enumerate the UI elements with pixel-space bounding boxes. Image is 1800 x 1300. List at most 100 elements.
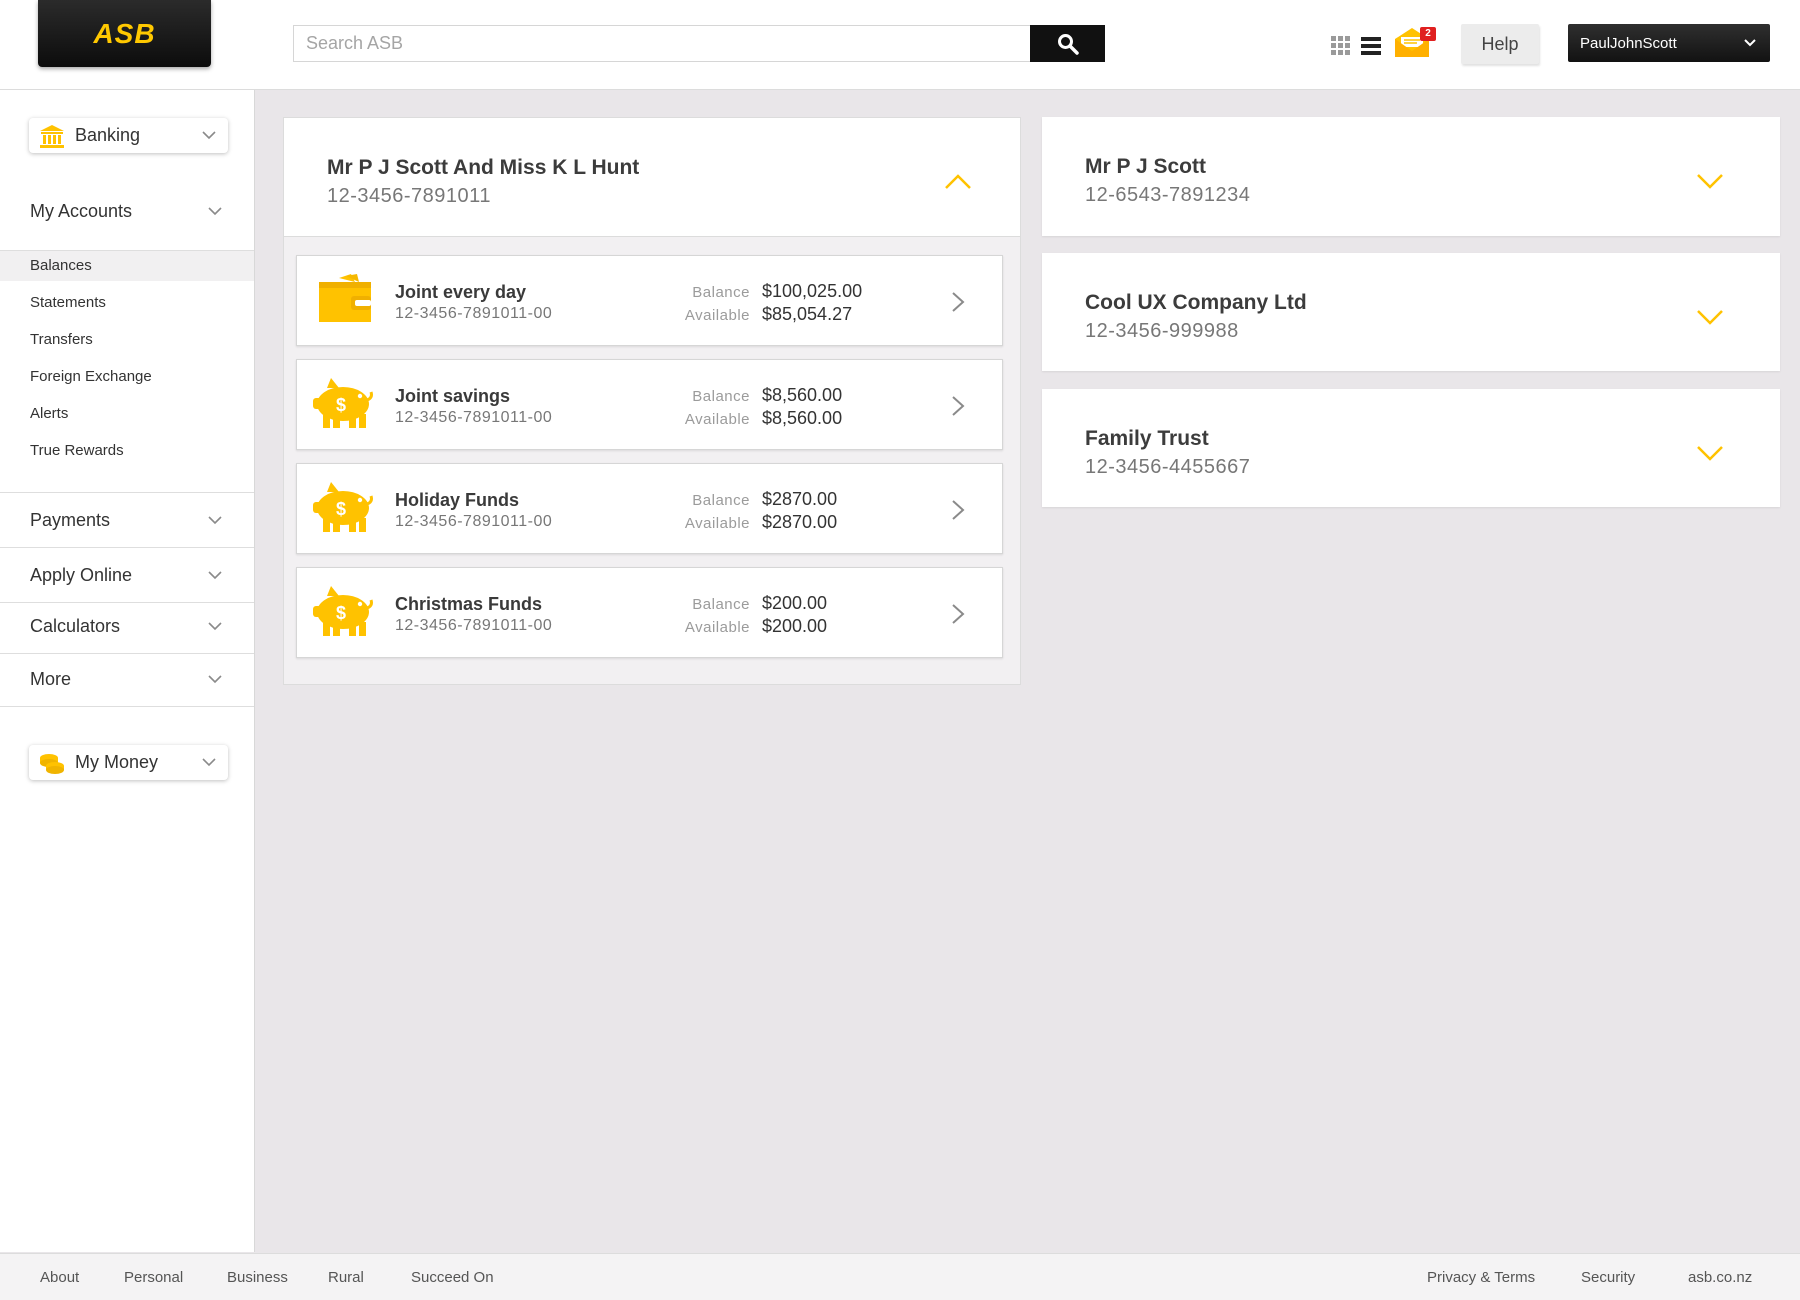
account-group-expanded: Mr P J Scott And Miss K L Hunt 12-3456-7… (283, 117, 1021, 685)
nav-my-accounts-label: My Accounts (30, 200, 133, 221)
wallet-icon (319, 274, 371, 322)
nav-my-accounts[interactable]: My Accounts (0, 184, 254, 238)
sidebar-item-statements[interactable]: Statements (0, 288, 254, 318)
chevron-down-icon (202, 131, 216, 140)
my-money-selector[interactable]: My Money (29, 745, 228, 780)
nav-apply-online-label: Apply Online (30, 564, 133, 585)
balance-label: Balance (692, 284, 750, 301)
nav-payments[interactable]: Payments (0, 493, 254, 547)
logo-text: ASB (93, 17, 156, 49)
account-name: Holiday Funds (395, 490, 520, 510)
account-name: Joint savings (395, 386, 511, 406)
user-menu-dropdown[interactable]: PaulJohnScott (1568, 24, 1770, 62)
available-value: $85,054.27 (762, 304, 853, 324)
chevron-right-icon[interactable] (951, 291, 965, 313)
nav-divider (0, 706, 254, 707)
footer-link-asb-site[interactable]: asb.co.nz (1688, 1269, 1752, 1286)
nav-calculators[interactable]: Calculators (0, 599, 254, 653)
banking-selector[interactable]: Banking (29, 118, 228, 153)
list-menu-icon[interactable] (1361, 36, 1381, 56)
balance-label: Balance (692, 388, 750, 405)
chevron-down-icon (202, 758, 216, 767)
account-group-collapsed[interactable]: Mr P J Scott 12-6543-7891234 (1042, 117, 1780, 236)
nav-more[interactable]: More (0, 652, 254, 706)
account-group-collapsed[interactable]: Cool UX Company Ltd 12-3456-999988 (1042, 253, 1780, 371)
footer-link-privacy-terms[interactable]: Privacy & Terms (1427, 1269, 1535, 1286)
footer-link-succeed-on[interactable]: Succeed On (411, 1269, 494, 1286)
account-card[interactable]: $ Joint savings 12-3456-7891011-00 Balan… (296, 359, 1003, 450)
account-group-header[interactable]: Mr P J Scott And Miss K L Hunt 12-3456-7… (284, 118, 1020, 237)
chevron-down-icon (208, 570, 222, 579)
help-button[interactable]: Help (1461, 24, 1539, 64)
footer-link-security[interactable]: Security (1581, 1269, 1635, 1286)
available-label: Available (684, 307, 750, 324)
chevron-down-icon (208, 515, 222, 524)
nav-more-label: More (30, 668, 72, 689)
piggy-bank-icon: $ (313, 586, 373, 636)
chevron-right-icon[interactable] (951, 395, 965, 417)
sidebar-item-alerts[interactable]: Alerts (0, 399, 254, 429)
coins-icon (40, 753, 64, 774)
sidebar: Banking My Accounts Balances Statements … (0, 90, 255, 1252)
sidebar-item-true-rewards[interactable]: True Rewards (0, 436, 254, 466)
account-group-number: 12-3456-7891011 (327, 185, 491, 207)
account-group-title: Mr P J Scott (1085, 155, 1206, 178)
bank-building-icon (40, 124, 64, 148)
search-button[interactable] (1030, 25, 1105, 62)
sidebar-item-balances[interactable]: Balances (0, 251, 254, 281)
user-name: PaulJohnScott (1580, 34, 1677, 52)
account-group-number: 12-3456-999988 (1085, 320, 1239, 342)
account-card[interactable]: $ Holiday Funds 12-3456-7891011-00 Balan… (296, 463, 1003, 554)
sidebar-item-transfers[interactable]: Transfers (0, 325, 254, 355)
search-field (293, 25, 1031, 62)
balance-label: Balance (692, 492, 750, 509)
piggy-bank-icon: $ (313, 378, 373, 428)
chevron-right-icon[interactable] (951, 603, 965, 625)
mail-count-badge: 2 (1420, 27, 1436, 41)
piggy-bank-icon: $ (313, 482, 373, 532)
chevron-down-icon[interactable] (1696, 445, 1724, 463)
account-name: Christmas Funds (395, 594, 543, 614)
footer: About Personal Business Rural Succeed On… (0, 1253, 1800, 1300)
svg-text:$: $ (336, 395, 346, 415)
balance-label: Balance (692, 596, 750, 613)
search-icon (1057, 33, 1079, 55)
available-value: $2870.00 (762, 512, 838, 532)
available-label: Available (684, 411, 750, 428)
footer-link-rural[interactable]: Rural (328, 1269, 364, 1286)
account-group-title: Cool UX Company Ltd (1085, 291, 1307, 314)
asb-logo[interactable]: ASB (38, 0, 211, 67)
balance-value: $8,560.00 (762, 385, 843, 405)
available-value: $200.00 (762, 616, 828, 636)
sidebar-item-foreign-exchange[interactable]: Foreign Exchange (0, 362, 254, 392)
nav-apply-online[interactable]: Apply Online (0, 548, 254, 602)
banking-label: Banking (75, 125, 141, 145)
apps-grid-icon[interactable] (1331, 36, 1351, 56)
account-card[interactable]: Joint every day 12-3456-7891011-00 Balan… (296, 255, 1003, 346)
chevron-down-icon[interactable] (1696, 173, 1724, 191)
account-group-title: Mr P J Scott And Miss K L Hunt (327, 156, 640, 179)
chevron-down-icon[interactable] (1696, 309, 1724, 327)
account-group-number: 12-3456-4455667 (1085, 456, 1251, 478)
footer-link-business[interactable]: Business (227, 1269, 288, 1286)
footer-link-personal[interactable]: Personal (124, 1269, 183, 1286)
account-number: 12-3456-7891011-00 (395, 513, 553, 530)
account-number: 12-3456-7891011-00 (395, 305, 553, 322)
account-group-number: 12-6543-7891234 (1085, 184, 1251, 206)
available-label: Available (684, 619, 750, 636)
chevron-down-icon (208, 206, 222, 215)
footer-link-about[interactable]: About (40, 1269, 79, 1286)
search-input[interactable] (294, 26, 1030, 61)
account-number: 12-3456-7891011-00 (395, 617, 553, 634)
chevron-right-icon[interactable] (951, 499, 965, 521)
svg-text:$: $ (336, 499, 346, 519)
svg-text:$: $ (336, 603, 346, 623)
nav-calculators-label: Calculators (30, 615, 121, 636)
balance-value: $2870.00 (762, 489, 838, 509)
account-group-collapsed[interactable]: Family Trust 12-3456-4455667 (1042, 389, 1780, 507)
chevron-up-icon[interactable] (944, 172, 972, 190)
my-money-label: My Money (75, 752, 159, 772)
account-card[interactable]: $ Christmas Funds 12-3456-7891011-00 Bal… (296, 567, 1003, 658)
chevron-down-icon (208, 674, 222, 683)
available-value: $8,560.00 (762, 408, 843, 428)
